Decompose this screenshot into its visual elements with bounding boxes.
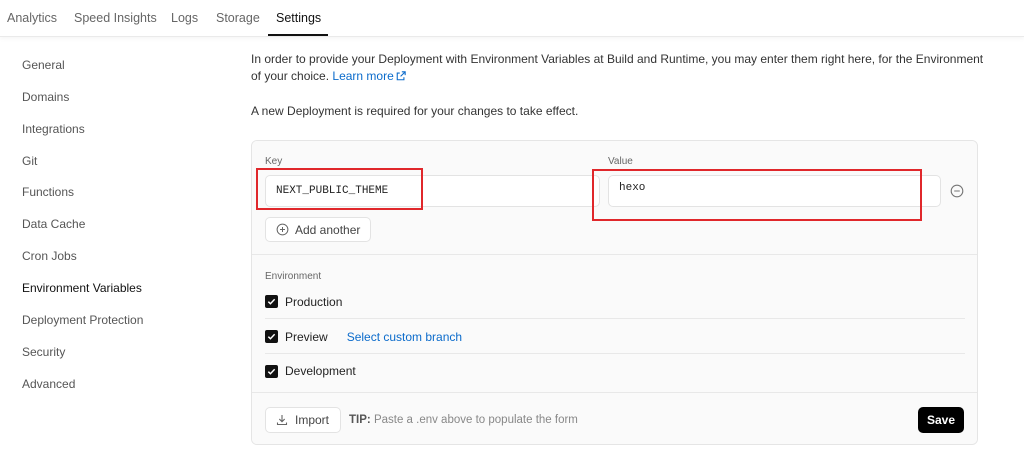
- env-row-production[interactable]: Production: [265, 285, 965, 319]
- key-value-section: Key Value NEXT_PUBLIC_THEME hexo Add ano…: [252, 141, 977, 255]
- production-label[interactable]: Production: [285, 295, 342, 309]
- key-label: Key: [265, 156, 283, 167]
- top-tab-bar: Analytics Speed Insights Logs Storage Se…: [0, 0, 1024, 37]
- sidebar-item-security[interactable]: Security: [22, 345, 65, 359]
- preview-label[interactable]: Preview: [285, 330, 328, 344]
- key-highlight-box: [256, 168, 423, 210]
- sidebar-item-functions[interactable]: Functions: [22, 185, 74, 199]
- import-button[interactable]: Import: [265, 407, 341, 433]
- sidebar-item-cron-jobs[interactable]: Cron Jobs: [22, 249, 77, 263]
- plus-circle-icon: [276, 223, 289, 236]
- save-button[interactable]: Save: [918, 407, 964, 433]
- add-another-button[interactable]: Add another: [265, 217, 371, 242]
- production-checkbox[interactable]: [265, 295, 278, 308]
- sidebar-item-git[interactable]: Git: [22, 154, 37, 168]
- active-tab-indicator: [268, 34, 328, 36]
- check-icon: [267, 368, 276, 375]
- download-icon: [276, 415, 288, 426]
- value-label: Value: [608, 156, 633, 167]
- learn-more-label[interactable]: Learn more: [332, 69, 393, 83]
- remove-row-icon[interactable]: [950, 184, 964, 198]
- environment-label: Environment: [265, 271, 322, 282]
- env-var-form-card: Key Value NEXT_PUBLIC_THEME hexo Add ano…: [251, 140, 978, 445]
- development-label[interactable]: Development: [285, 364, 356, 378]
- redeploy-notice: A new Deployment is required for your ch…: [251, 104, 579, 118]
- sidebar-item-advanced[interactable]: Advanced: [22, 377, 75, 391]
- sidebar-item-integrations[interactable]: Integrations: [22, 122, 85, 136]
- sidebar-item-data-cache[interactable]: Data Cache: [22, 217, 85, 231]
- tip-text: TIP: Paste a .env above to populate the …: [349, 414, 578, 426]
- form-footer: Import TIP: Paste a .env above to popula…: [252, 392, 977, 444]
- tip-prefix: TIP:: [349, 414, 371, 426]
- sidebar-item-domains[interactable]: Domains: [22, 90, 69, 104]
- sidebar-item-general[interactable]: General: [22, 58, 65, 72]
- check-icon: [267, 298, 276, 305]
- add-another-label[interactable]: Add another: [295, 223, 360, 237]
- env-row-development[interactable]: Development: [265, 354, 965, 388]
- tab-storage[interactable]: Storage: [216, 11, 260, 25]
- import-label[interactable]: Import: [295, 413, 329, 427]
- select-custom-branch-link[interactable]: Select custom branch: [347, 330, 462, 344]
- tab-analytics[interactable]: Analytics: [7, 11, 57, 25]
- env-row-preview[interactable]: Preview Select custom branch: [265, 320, 965, 354]
- value-highlight-box: [592, 169, 922, 221]
- sidebar-item-environment-variables[interactable]: Environment Variables: [22, 281, 142, 295]
- preview-checkbox[interactable]: [265, 330, 278, 343]
- intro-paragraph: In order to provide your Deployment with…: [251, 51, 991, 85]
- tab-settings[interactable]: Settings: [276, 11, 321, 25]
- sidebar-item-deployment-protection[interactable]: Deployment Protection: [22, 313, 143, 327]
- check-icon: [267, 333, 276, 340]
- learn-more-link[interactable]: Learn more: [332, 69, 406, 83]
- development-checkbox[interactable]: [265, 364, 278, 378]
- tip-body: Paste a .env above to populate the form: [373, 414, 578, 426]
- external-link-icon: [396, 71, 406, 81]
- tab-logs[interactable]: Logs: [171, 11, 198, 25]
- tab-speed-insights[interactable]: Speed Insights: [74, 11, 157, 25]
